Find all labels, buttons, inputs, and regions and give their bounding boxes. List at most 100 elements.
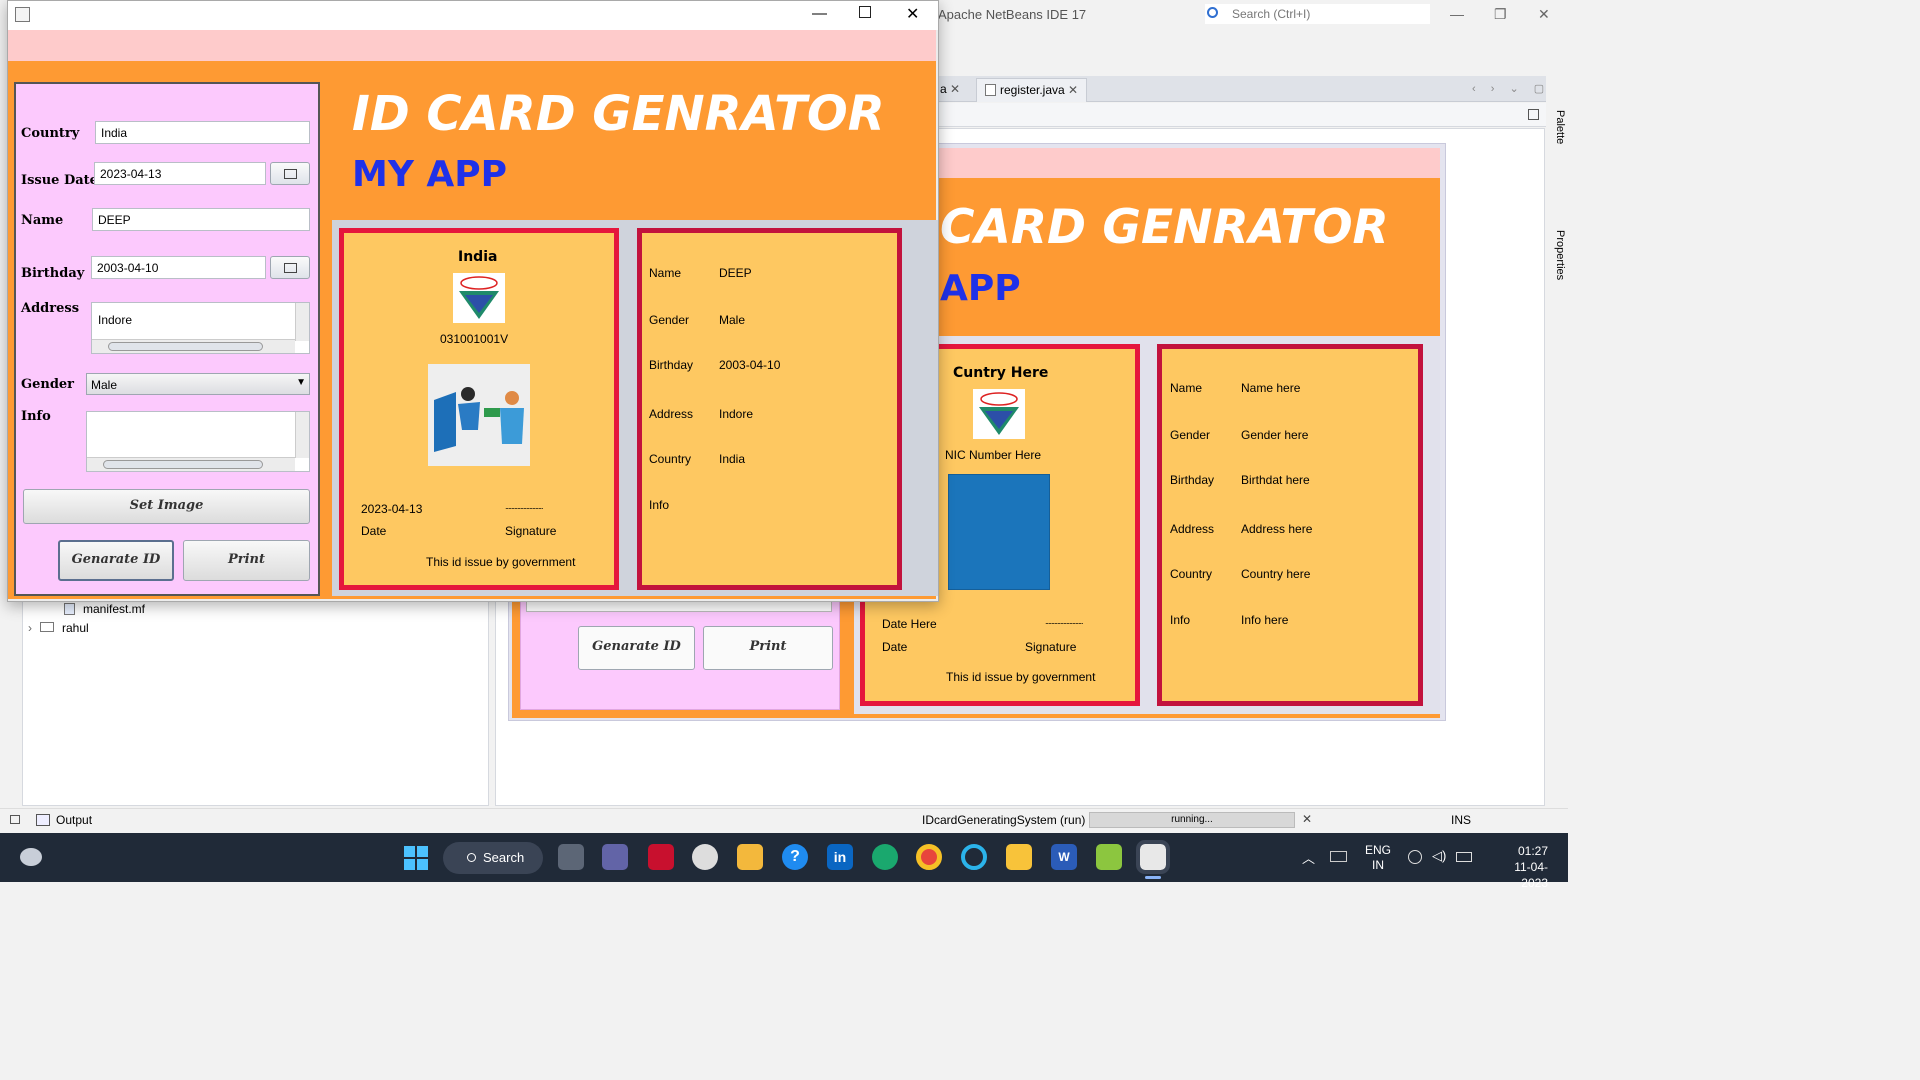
info-vertical-scrollbar[interactable] [295,412,309,458]
grid-icon[interactable] [1528,109,1539,120]
close-icon[interactable]: ✕ [950,82,960,96]
edge-icon[interactable] [872,844,898,870]
task-view-icon[interactable] [558,844,584,870]
ide-minimize-button[interactable]: — [1450,6,1464,22]
back-value-gender: Male [719,313,746,327]
mcafee-icon[interactable] [648,844,674,870]
tree-item-rahul[interactable]: › rahul [28,621,89,635]
windows-start-icon[interactable] [404,846,428,870]
preview-card-country: Cuntry Here [953,365,1049,381]
restore-icon[interactable] [10,815,20,824]
set-image-button[interactable]: Set Image [23,489,310,524]
country-label: Country [21,126,80,141]
preview-back-label-country: Country [1170,567,1213,581]
palette-side-tab[interactable]: Palette [1548,110,1566,170]
birthday-calendar-button[interactable] [270,256,310,279]
logo-icon [453,273,505,323]
folder-icon [40,622,54,632]
issue-date-calendar-button[interactable] [270,162,310,185]
calendar-icon [284,169,297,179]
chevron-right-icon[interactable]: › [28,621,32,635]
cortana-icon[interactable] [961,844,987,870]
app-close-button[interactable]: ✕ [906,4,919,24]
preview-back-value-info: Info here [1241,613,1289,627]
calendar-icon [284,263,297,273]
output-tab[interactable]: Output [36,813,92,827]
ide-close-button[interactable]: ✕ [1538,6,1550,23]
language-indicator[interactable]: ENG IN [1365,843,1391,873]
help-icon[interactable]: ? [782,844,808,870]
word-icon[interactable]: W [1051,844,1077,870]
address-text: Indore [98,313,133,327]
search-icon[interactable] [1207,7,1218,18]
battery-icon[interactable] [1456,852,1472,862]
keyboard-icon[interactable] [1330,851,1347,862]
tab-nav-icons[interactable]: ‹ › ⌄ ▢ [1472,82,1550,95]
github-desktop-icon[interactable] [692,844,718,870]
card-nic: 031001001V [440,332,509,346]
chrome-icon[interactable] [916,844,942,870]
show-hidden-icons-chevron[interactable]: ︿ [1302,848,1315,867]
preview-back-label-name: Name [1170,381,1203,395]
java-file-icon [985,84,996,96]
editor-tab-register[interactable]: register.java ✕ [976,78,1088,102]
cancel-run-icon[interactable]: ✕ [1302,812,1312,826]
properties-side-tab[interactable]: Properties [1548,230,1566,310]
search-icon [467,853,476,862]
tree-item-manifest[interactable]: manifest.mf [64,602,145,616]
preview-back-label-birthday: Birthday [1170,473,1215,487]
name-field[interactable]: DEEP [92,208,310,231]
weather-icon[interactable] [20,848,42,866]
clock[interactable]: 01:27 11-04-2023 [1488,843,1548,891]
back-label-info: Info [649,498,670,512]
java-icon[interactable] [1136,840,1170,874]
active-app-indicator [1145,876,1161,879]
info-horizontal-scrollbar[interactable] [87,457,295,471]
issue-date-field[interactable]: 2023-04-13 [94,162,266,185]
address-textarea[interactable]: Indore [91,302,310,354]
java-app-icon [15,7,30,22]
preview-signature-label: Signature [1025,640,1077,654]
back-value-address: Indore [719,407,754,421]
preview-back-value-country: Country here [1241,567,1311,581]
back-label-address: Address [649,407,694,421]
preview-back-value-address: Address here [1241,522,1313,536]
taskbar-search[interactable]: Search [443,842,543,874]
preview-back-value-name: Name here [1241,381,1301,395]
netbeans-icon[interactable] [1096,844,1122,870]
address-horizontal-scrollbar[interactable] [92,339,295,353]
info-textarea[interactable] [86,411,310,472]
country-field[interactable]: India [95,121,310,144]
chevron-down-icon[interactable]: ▼ [296,377,306,388]
birthday-label: Birthday [21,266,85,281]
card-photo [428,364,530,466]
preview-card-nic: NIC Number Here [945,448,1042,462]
app-maximize-button[interactable] [859,6,871,18]
clock-date: 11-04-2023 [1514,860,1548,890]
microsoft-store-icon[interactable] [737,844,763,870]
run-status-label: IDcardGeneratingSystem (run) [922,813,1086,827]
birthday-field[interactable]: 2003-04-10 [91,256,266,279]
volume-icon[interactable]: ◁) [1432,848,1446,864]
linkedin-icon[interactable]: in [827,844,853,870]
name-label: Name [21,213,64,228]
teams-icon[interactable] [602,844,628,870]
gender-label: Gender [21,377,75,392]
editor-tab-partial[interactable]: a ✕ [940,82,960,96]
preview-back-value-gender: Gender here [1241,428,1309,442]
preview-title: CARD GENRATOR [940,200,1389,255]
address-vertical-scrollbar[interactable] [295,303,309,341]
preview-print-button[interactable]: Print [703,626,833,670]
preview-generate-button[interactable]: Genarate ID [578,626,695,670]
app-minimize-button[interactable]: — [812,5,827,22]
generate-id-button[interactable]: Genarate ID [58,540,174,581]
info-label: Info [21,409,51,424]
ide-search-input[interactable]: Search (Ctrl+I) [1205,4,1430,24]
gender-select[interactable]: Male ▼ [86,373,310,395]
file-explorer-icon[interactable] [1006,844,1032,870]
network-icon[interactable] [1408,850,1422,864]
close-icon[interactable]: ✕ [1068,83,1078,97]
print-button[interactable]: Print [183,540,310,581]
app-title: ID CARD GENRATOR [352,86,885,142]
ide-restore-button[interactable]: ❐ [1494,6,1507,23]
